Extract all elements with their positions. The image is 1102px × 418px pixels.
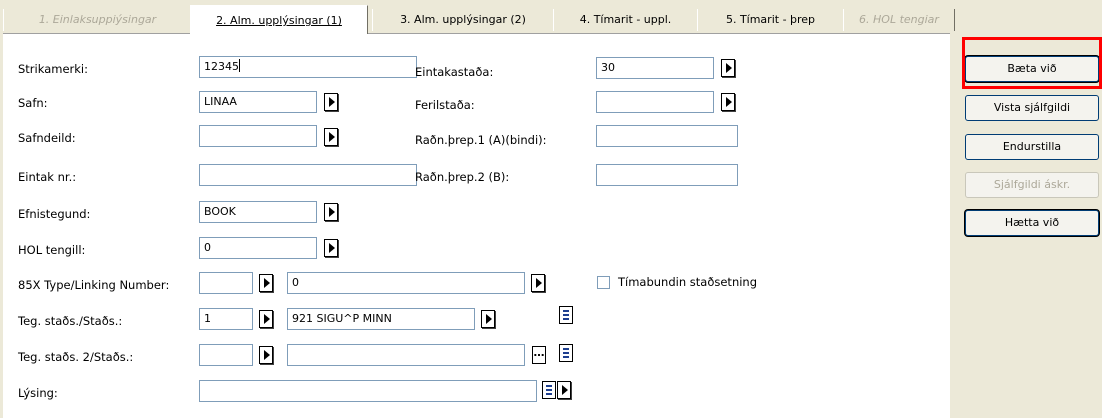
- process-status-label: Ferilstaða:: [415, 98, 475, 112]
- tab-hol-links: 6. HOL tengiar: [843, 9, 955, 31]
- enum-b-label: Raðn.þrep.2 (B):: [415, 170, 510, 184]
- item-status-dropdown-arrow-icon[interactable]: [721, 59, 735, 77]
- description-dropdown-arrow-icon[interactable]: [557, 381, 571, 399]
- item-status-label: Eintakastaða:: [415, 65, 494, 79]
- hol-link-dropdown-arrow-icon[interactable]: [324, 239, 338, 257]
- call-no-2-list-icon[interactable]: [559, 344, 573, 362]
- text-caret: [239, 59, 240, 72]
- tab-serials-level[interactable]: 5. Tímarit - þrep: [697, 9, 844, 31]
- tab-label: 2. Alm. upplýsingar (1): [216, 14, 342, 27]
- tab-label: 5. Tímarit - þrep: [725, 13, 816, 26]
- enum-b-input[interactable]: [596, 164, 738, 186]
- type-85x-select[interactable]: [199, 272, 253, 294]
- temp-location-label: Tímabundin staðsetning: [618, 275, 758, 289]
- process-status-dropdown-arrow-icon[interactable]: [721, 93, 735, 111]
- material-type-select[interactable]: BOOK: [199, 201, 317, 223]
- call-no-dropdown-arrow-icon[interactable]: [481, 310, 495, 328]
- description-list-icon[interactable]: [542, 381, 556, 399]
- library-label: Safn:: [18, 96, 48, 110]
- hol-link-label: HOL tengill:: [18, 243, 86, 257]
- tab-label: 3. Alm. upplýsingar (2): [400, 13, 526, 26]
- sublibrary-label: Safndeild:: [18, 131, 76, 145]
- linking-number-dropdown-arrow-icon[interactable]: [531, 274, 545, 292]
- type-85x-label: 85X Type/Linking Number:: [18, 278, 170, 292]
- copy-no-label: Eintak nr.:: [18, 170, 77, 184]
- copy-no-input[interactable]: [199, 164, 417, 186]
- default-description-button: Sjálfgildi áskr.: [965, 172, 1099, 198]
- call-no-2-input[interactable]: [287, 344, 525, 366]
- cancel-button[interactable]: Hætta við: [965, 210, 1099, 236]
- description-input[interactable]: [199, 380, 537, 402]
- library-select[interactable]: LINAA: [199, 91, 317, 113]
- type-85x-dropdown-arrow-icon[interactable]: [259, 274, 273, 292]
- call-no-type-select[interactable]: 1: [199, 308, 253, 330]
- call-no-2-type-dropdown-arrow-icon[interactable]: [259, 346, 273, 364]
- tab-general-info-1[interactable]: 2. Alm. upplýsingar (1): [190, 5, 368, 34]
- hol-link-select[interactable]: 0: [199, 237, 317, 259]
- process-status-select[interactable]: [596, 91, 714, 113]
- call-no-select[interactable]: 921 SIGU^P MINN: [287, 308, 475, 330]
- reset-button[interactable]: Endurstilla: [965, 134, 1099, 160]
- call-no-label: Teg. staðs./Staðs.:: [18, 314, 123, 328]
- tab-label: 1. Einlaksuppiýsingar: [38, 13, 157, 26]
- tab-label: 4. Tímarit - uppl.: [579, 13, 672, 26]
- call-no-2-type-select[interactable]: [199, 344, 253, 366]
- save-defaults-button[interactable]: Vista sjálfgildi: [965, 95, 1099, 121]
- temp-location-checkbox[interactable]: [597, 276, 610, 289]
- sublibrary-select[interactable]: [199, 125, 317, 147]
- item-status-select[interactable]: 30: [596, 57, 714, 79]
- ellipsis-icon[interactable]: …: [532, 346, 546, 364]
- barcode-value: 12345: [204, 60, 239, 73]
- linking-number-select[interactable]: 0: [287, 272, 525, 294]
- material-type-label: Efnistegund:: [18, 207, 91, 221]
- sublibrary-dropdown-arrow-icon[interactable]: [324, 128, 338, 146]
- barcode-input[interactable]: 12345: [199, 56, 417, 78]
- enum-a-input[interactable]: [596, 125, 738, 147]
- tab-item-info: 1. Einlaksuppiýsingar: [3, 9, 192, 31]
- material-type-dropdown-arrow-icon[interactable]: [324, 203, 338, 221]
- tab-label: 6. HOL tengiar: [859, 13, 939, 26]
- description-label: Lýsing:: [18, 386, 58, 400]
- library-dropdown-arrow-icon[interactable]: [324, 93, 338, 111]
- call-no-2-label: Teg. staðs. 2/Staðs.:: [18, 350, 134, 364]
- add-button[interactable]: Bæta við: [965, 56, 1099, 82]
- tab-bar: 1. Einlaksuppiýsingar 2. Alm. upplýsinga…: [0, 0, 978, 34]
- call-no-list-icon[interactable]: [559, 306, 573, 324]
- enum-a-label: Raðn.þrep.1 (A)(bindi):: [415, 133, 547, 147]
- tab-serials-info[interactable]: 4. Tímarit - uppl.: [553, 9, 698, 31]
- barcode-label: Strikamerki:: [18, 62, 88, 76]
- tab-general-info-2[interactable]: 3. Alm. upplýsingar (2): [372, 9, 554, 31]
- call-no-type-dropdown-arrow-icon[interactable]: [259, 310, 273, 328]
